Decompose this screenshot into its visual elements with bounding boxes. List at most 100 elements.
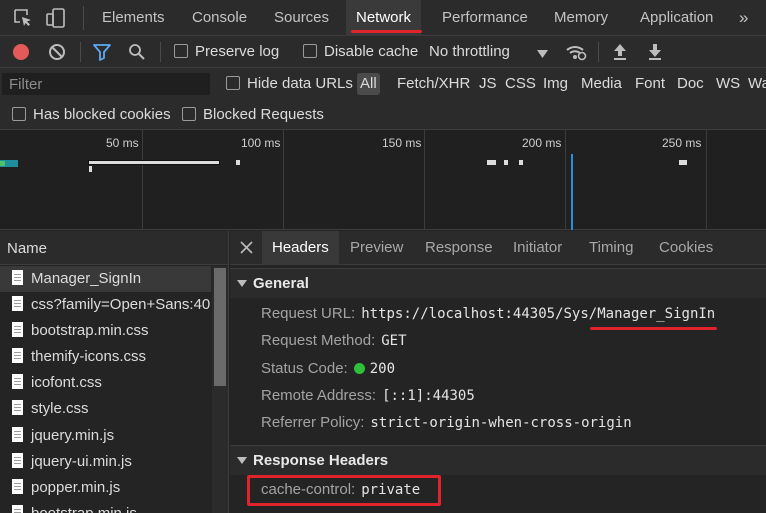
tab-preview[interactable]: Preview — [350, 231, 403, 265]
preserve-log-checkbox[interactable]: Preserve log — [174, 36, 279, 68]
list-item[interactable]: icofont.css — [0, 370, 211, 396]
more-tabs-button[interactable]: » — [739, 0, 748, 36]
type-filter-fetch-xhr[interactable]: Fetch/XHR — [397, 68, 470, 100]
has-blocked-cookies-label: Has blocked cookies — [33, 106, 171, 123]
response-headers-section-header[interactable]: Response Headers — [230, 445, 766, 475]
request-name: themify-icons.css — [31, 348, 147, 365]
disable-cache-checkbox[interactable]: Disable cache — [303, 36, 418, 68]
header-key: Request URL: — [261, 305, 356, 322]
section-title: General — [253, 275, 309, 292]
type-filter-font[interactable]: Font — [635, 68, 665, 100]
type-filter-ws[interactable]: WS — [716, 68, 740, 100]
blocked-requests-checkbox[interactable]: Blocked Requests — [182, 100, 324, 130]
list-item[interactable]: themify-icons.css — [0, 344, 211, 370]
request-url-row: Request URL: https://localhost:44305/Sys/… — [261, 301, 715, 327]
expand-caret-icon — [237, 280, 247, 287]
filter-input[interactable] — [2, 73, 210, 95]
record-icon[interactable] — [12, 43, 30, 65]
header-value: [::1]:44305 — [382, 388, 475, 404]
tab-headers[interactable]: Headers — [262, 231, 339, 265]
tab-elements[interactable]: Elements — [102, 0, 165, 36]
type-filter-img[interactable]: Img — [543, 68, 568, 100]
timeline-tick-label: 250 ms — [662, 136, 702, 150]
request-list-scrollbar[interactable] — [212, 266, 228, 513]
list-item[interactable]: css?family=Open+Sans:40... — [0, 292, 211, 318]
disable-cache-label: Disable cache — [324, 43, 419, 60]
clear-icon[interactable] — [48, 43, 66, 65]
request-name: css?family=Open+Sans:40... — [31, 296, 211, 313]
tab-memory[interactable]: Memory — [554, 0, 608, 36]
details-tab-bar: Headers Preview Response Initiator Timin… — [230, 231, 766, 265]
request-name: bootstrap.min.js — [31, 505, 137, 513]
header-value: GET — [381, 333, 407, 349]
timeline-gridline — [424, 130, 425, 230]
scrollbar-thumb[interactable] — [214, 268, 226, 386]
export-icon[interactable] — [647, 42, 663, 66]
list-item[interactable]: bootstrap.min.js — [0, 501, 211, 513]
throttling-select[interactable]: No throttling — [429, 36, 510, 68]
checkbox-box[interactable] — [303, 44, 317, 58]
timeline-tick-label: 200 ms — [522, 136, 562, 150]
timeline-request-bar — [679, 160, 687, 165]
header-value: https://localhost:44305/Sys/Manager_Sign… — [361, 306, 716, 322]
checkbox-box[interactable] — [174, 44, 188, 58]
request-details-pane: Headers Preview Response Initiator Timin… — [230, 231, 766, 513]
tab-sources[interactable]: Sources — [274, 0, 329, 36]
type-filter-all[interactable]: All — [357, 73, 380, 95]
tab-response[interactable]: Response — [425, 231, 493, 265]
expand-caret-icon — [237, 457, 247, 464]
header-value: strict-origin-when-cross-origin — [370, 415, 632, 431]
status-code-row: Status Code: 200 — [261, 356, 395, 382]
network-conditions-icon[interactable] — [565, 42, 587, 66]
has-blocked-cookies-checkbox[interactable]: Has blocked cookies — [12, 100, 171, 130]
close-icon[interactable] — [240, 241, 253, 258]
tab-performance[interactable]: Performance — [442, 0, 528, 36]
toolbar-separator — [83, 6, 84, 30]
device-toolbar-icon[interactable] — [45, 7, 67, 29]
filter-icon[interactable] — [93, 43, 111, 65]
type-filter-doc[interactable]: Doc — [677, 68, 704, 100]
timeline-gridline — [142, 130, 143, 230]
tab-timing[interactable]: Timing — [589, 231, 633, 265]
checkbox-box[interactable] — [182, 107, 196, 121]
timeline-tick-label: 50 ms — [106, 136, 139, 150]
hide-data-urls-checkbox[interactable]: Hide data URLs — [226, 68, 353, 100]
request-name: icofont.css — [31, 374, 102, 391]
header-value: 200 — [369, 361, 396, 377]
import-icon[interactable] — [612, 42, 628, 66]
timeline-tick-label: 150 ms — [382, 136, 422, 150]
header-key: Remote Address: — [261, 387, 377, 404]
search-icon[interactable] — [128, 43, 146, 65]
request-name: Manager_SignIn — [31, 270, 142, 287]
request-name: jquery.min.js — [31, 427, 115, 444]
list-item[interactable]: jquery.min.js — [0, 423, 211, 449]
list-item[interactable]: bootstrap.min.css — [0, 318, 211, 344]
name-column-header[interactable]: Name — [0, 231, 228, 265]
list-item[interactable]: Manager_SignIn — [0, 266, 211, 292]
checkbox-box[interactable] — [12, 107, 26, 121]
tab-application[interactable]: Application — [640, 0, 713, 36]
general-section-header[interactable]: General — [230, 268, 766, 298]
timeline-dom-content-loaded-marker — [571, 154, 573, 230]
type-filter-css[interactable]: CSS — [505, 68, 536, 100]
network-overview-timeline[interactable]: 50 ms 100 ms 150 ms 200 ms 250 ms — [0, 130, 766, 230]
request-list: Name Manager_SignIn css?family=Open+Sans… — [0, 231, 229, 513]
file-icon — [12, 505, 23, 513]
type-filter-media[interactable]: Media — [581, 68, 622, 100]
checkbox-box[interactable] — [226, 76, 240, 90]
list-item[interactable]: jquery-ui.min.js — [0, 449, 211, 475]
cache-control-highlight-annotation — [247, 475, 441, 506]
list-item[interactable]: popper.min.js — [0, 475, 211, 501]
inspect-element-icon[interactable] — [12, 7, 34, 29]
tab-console[interactable]: Console — [192, 0, 247, 36]
tab-cookies[interactable]: Cookies — [659, 231, 713, 265]
list-item[interactable]: style.css — [0, 396, 211, 422]
type-filter-js[interactable]: JS — [479, 68, 497, 100]
type-filter-wasm[interactable]: Wa — [748, 68, 766, 100]
blocked-filter-bar: Has blocked cookies Blocked Requests — [0, 100, 766, 130]
dropdown-caret-icon[interactable] — [537, 46, 549, 63]
timeline-request-bar — [236, 160, 240, 165]
timeline-tick-label: 100 ms — [241, 136, 281, 150]
timeline-gridline — [706, 130, 707, 230]
tab-initiator[interactable]: Initiator — [513, 231, 562, 265]
